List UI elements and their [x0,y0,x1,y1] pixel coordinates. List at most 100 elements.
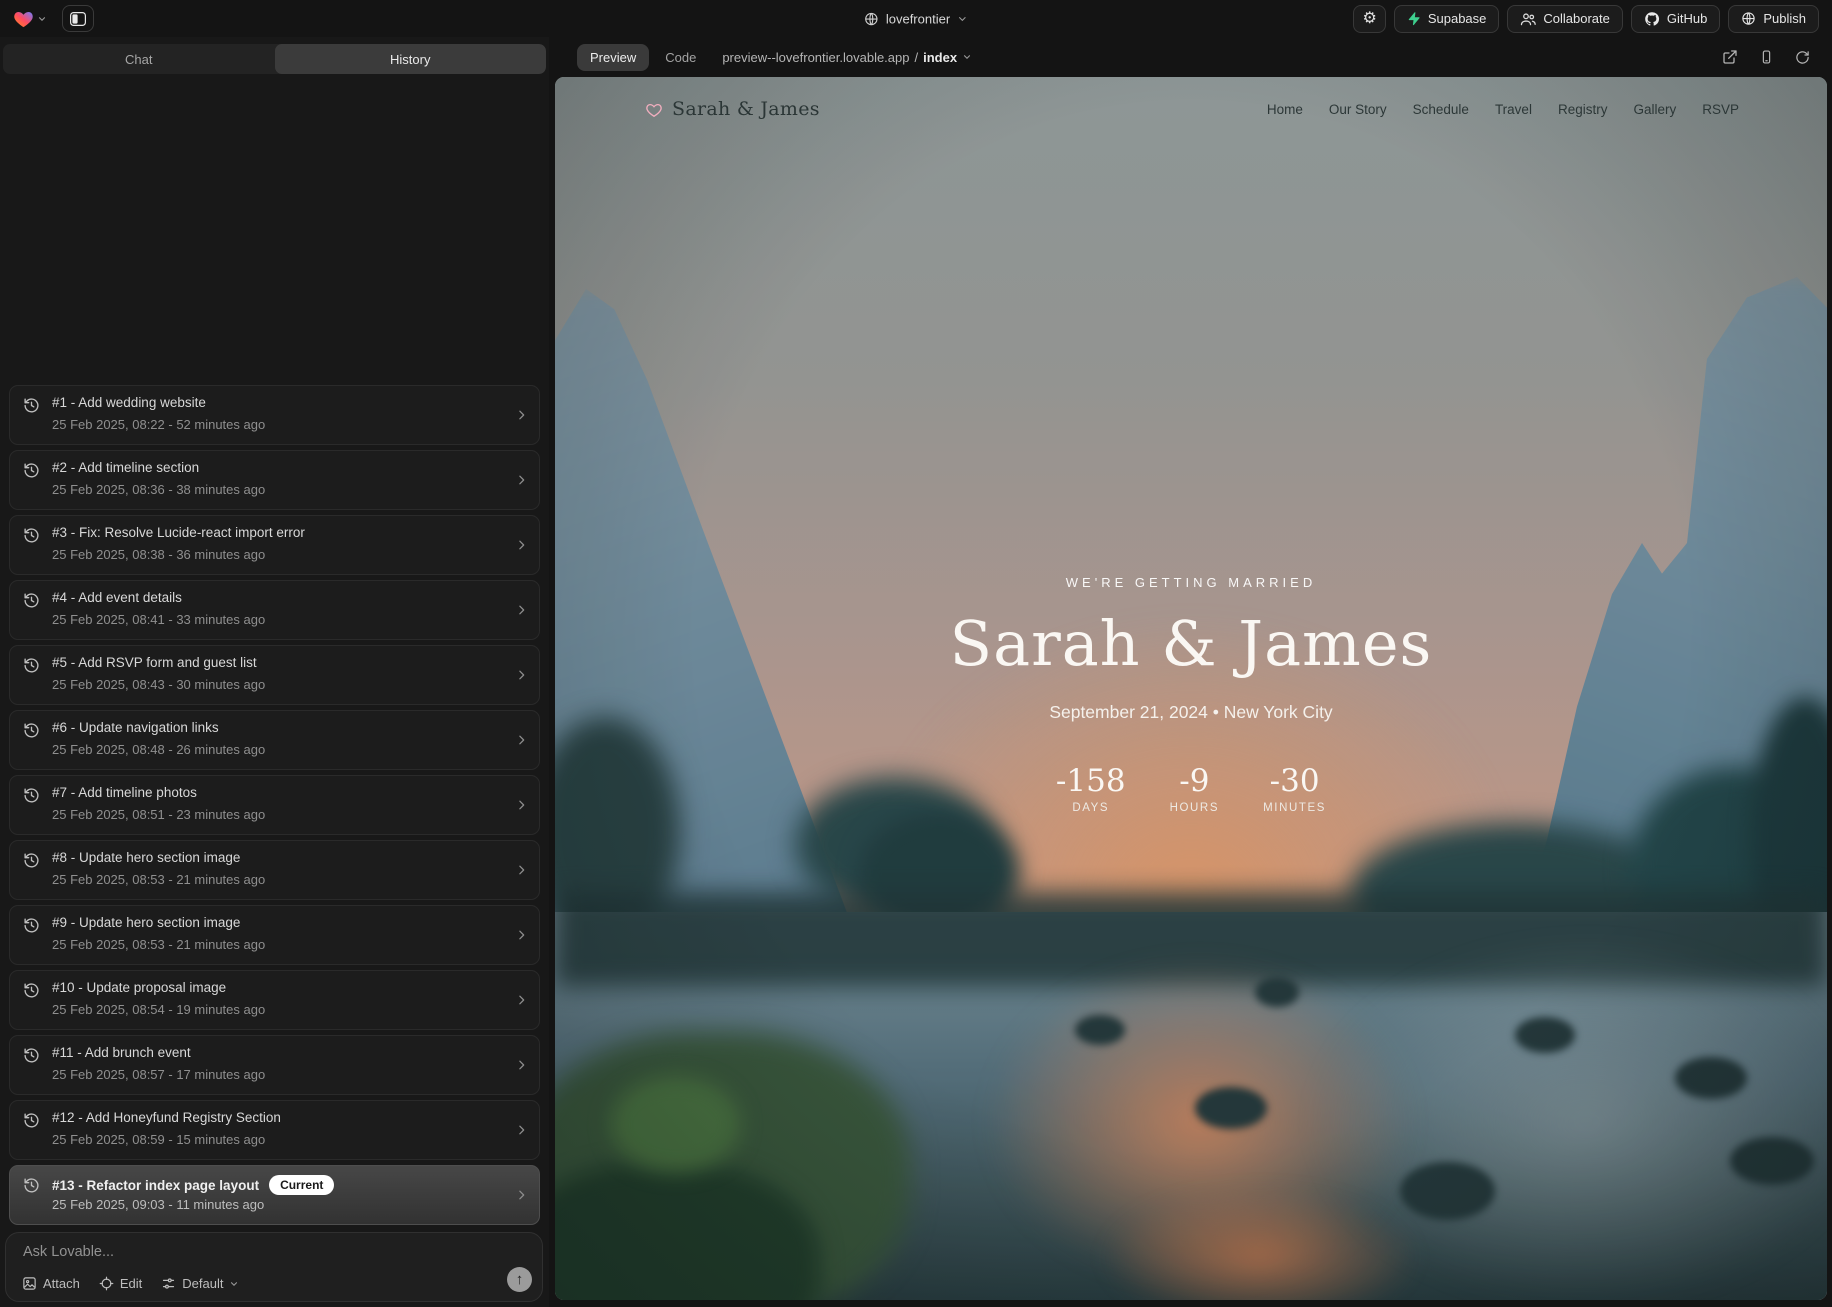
preview-url[interactable]: preview--lovefrontier.lovable.app / inde… [722,50,972,65]
history-item-date: 25 Feb 2025, 08:43 - 30 minutes ago [52,677,265,692]
site-nav-link[interactable]: Travel [1495,102,1532,117]
history-item-title: #11 - Add brunch event [52,1045,191,1060]
site-nav-link[interactable]: Schedule [1413,102,1469,117]
url-separator: / [914,50,918,65]
chevron-right-icon [515,1124,528,1137]
smartphone-icon [1759,49,1774,65]
project-selector[interactable]: lovefrontier [864,11,968,26]
history-item[interactable]: #13 - Refactor index page layout Current… [9,1165,540,1225]
supabase-button[interactable]: Supabase [1394,5,1500,33]
composer: Attach Edit Default ↑ [5,1232,543,1302]
arrow-up-icon: ↑ [516,1271,524,1288]
history-item-date: 25 Feb 2025, 09:03 - 11 minutes ago [52,1197,264,1212]
crosshair-icon [99,1276,114,1291]
sidebar-toggle-button[interactable] [62,5,94,32]
history-item[interactable]: #9 - Update hero section image 25 Feb 20… [9,905,540,965]
chevron-down-icon [957,13,968,24]
chevron-right-icon [515,734,528,747]
history-item[interactable]: #3 - Fix: Resolve Lucide-react import er… [9,515,540,575]
history-item[interactable]: #1 - Add wedding website 25 Feb 2025, 08… [9,385,540,445]
ask-input[interactable] [23,1244,443,1260]
history-item-date: 25 Feb 2025, 08:54 - 19 minutes ago [52,1002,265,1017]
settings-button[interactable]: ⚙ [1353,5,1385,33]
site-nav-links: Home Our Story Schedule Travel Registry Galle… [1267,102,1739,117]
supabase-icon [1407,11,1421,26]
history-item-date: 25 Feb 2025, 08:53 - 21 minutes ago [52,872,265,887]
history-item-date: 25 Feb 2025, 08:53 - 21 minutes ago [52,937,265,952]
hero-date-location: September 21, 2024 • New York City [555,702,1827,723]
url-host: preview--lovefrontier.lovable.app [722,50,909,65]
countdown-label: MINUTES [1263,802,1326,814]
countdown-value: -9 [1170,763,1220,799]
history-item-title: #2 - Add timeline section [52,460,199,475]
chevron-down-icon [229,1279,239,1289]
history-clock-icon [23,722,40,739]
site-nav-link[interactable]: RSVP [1702,102,1739,117]
tab-preview[interactable]: Preview [577,44,649,71]
refresh-icon [1795,50,1810,65]
site-nav-link[interactable]: Home [1267,102,1303,117]
refresh-button[interactable] [1792,47,1813,68]
history-item[interactable]: #4 - Add event details 25 Feb 2025, 08:4… [9,580,540,640]
history-clock-icon [23,657,40,674]
tab-code[interactable]: Code [665,50,696,65]
site-nav-link[interactable]: Registry [1558,102,1608,117]
history-item[interactable]: #12 - Add Honeyfund Registry Section 25 … [9,1100,540,1160]
site-nav: Sarah & James Home Our Story Schedule Trave… [555,77,1827,141]
edit-button[interactable]: Edit [99,1276,142,1291]
chevron-down-icon [962,52,972,62]
mode-select[interactable]: Default [161,1276,239,1291]
current-badge: Current [269,1175,334,1195]
site-logo[interactable]: Sarah & James [645,98,820,120]
site-logo-text: Sarah & James [672,98,820,120]
lovable-logo-menu[interactable] [13,9,47,28]
hero-eyebrow: WE'RE GETTING MARRIED [555,575,1827,590]
send-button[interactable]: ↑ [507,1267,532,1292]
history-item-title: #1 - Add wedding website [52,395,206,410]
app-topbar: lovefrontier ⚙ Supabase Collaborate GitH… [0,0,1832,37]
chevron-right-icon [515,604,528,617]
history-item[interactable]: #8 - Update hero section image 25 Feb 20… [9,840,540,900]
history-item-title: #4 - Add event details [52,590,182,605]
history-clock-icon [23,527,40,544]
history-item[interactable]: #5 - Add RSVP form and guest list 25 Feb… [9,645,540,705]
countdown-value: -158 [1056,763,1126,799]
history-list: #1 - Add wedding website 25 Feb 2025, 08… [9,385,540,1230]
collaborate-button[interactable]: Collaborate [1507,5,1623,33]
history-item-date: 25 Feb 2025, 08:48 - 26 minutes ago [52,742,265,757]
countdown-label: HOURS [1170,802,1220,814]
history-item-title: #5 - Add RSVP form and guest list [52,655,257,670]
chevron-right-icon [515,1189,528,1202]
history-clock-icon [23,982,40,999]
history-clock-icon [23,1112,40,1129]
history-item-date: 25 Feb 2025, 08:59 - 15 minutes ago [52,1132,265,1147]
publish-button[interactable]: Publish [1728,5,1819,33]
countdown: -158 DAYS -9 HOURS -30 MINUTES [555,763,1827,814]
history-item-date: 25 Feb 2025, 08:36 - 38 minutes ago [52,482,265,497]
panel-left-icon [70,12,86,26]
history-item[interactable]: #2 - Add timeline section 25 Feb 2025, 0… [9,450,540,510]
history-item[interactable]: #7 - Add timeline photos 25 Feb 2025, 08… [9,775,540,835]
history-item-date: 25 Feb 2025, 08:51 - 23 minutes ago [52,807,265,822]
sidebar: Chat History #1 - Add wedding website 25… [0,37,549,1307]
site-nav-link[interactable]: Our Story [1329,102,1387,117]
sidebar-tabs: Chat History [3,44,546,74]
globe-icon [864,11,879,26]
hero-copy: WE'RE GETTING MARRIED Sarah & James Sept… [555,575,1827,814]
countdown-cell: -158 DAYS [1056,763,1126,814]
history-clock-icon [23,787,40,804]
github-button[interactable]: GitHub [1631,5,1720,33]
history-item[interactable]: #11 - Add brunch event 25 Feb 2025, 08:5… [9,1035,540,1095]
tab-history[interactable]: History [275,44,547,74]
chevron-right-icon [515,409,528,422]
history-item-date: 25 Feb 2025, 08:22 - 52 minutes ago [52,417,265,432]
tab-chat[interactable]: Chat [3,44,275,74]
history-item[interactable]: #6 - Update navigation links 25 Feb 2025… [9,710,540,770]
attach-button[interactable]: Attach [22,1276,80,1291]
history-item[interactable]: #10 - Update proposal image 25 Feb 2025,… [9,970,540,1030]
open-in-new-tab-button[interactable] [1719,46,1741,68]
countdown-cell: -30 MINUTES [1263,763,1326,814]
mobile-view-button[interactable] [1756,46,1777,68]
site-nav-link[interactable]: Gallery [1633,102,1676,117]
project-name: lovefrontier [886,11,950,26]
